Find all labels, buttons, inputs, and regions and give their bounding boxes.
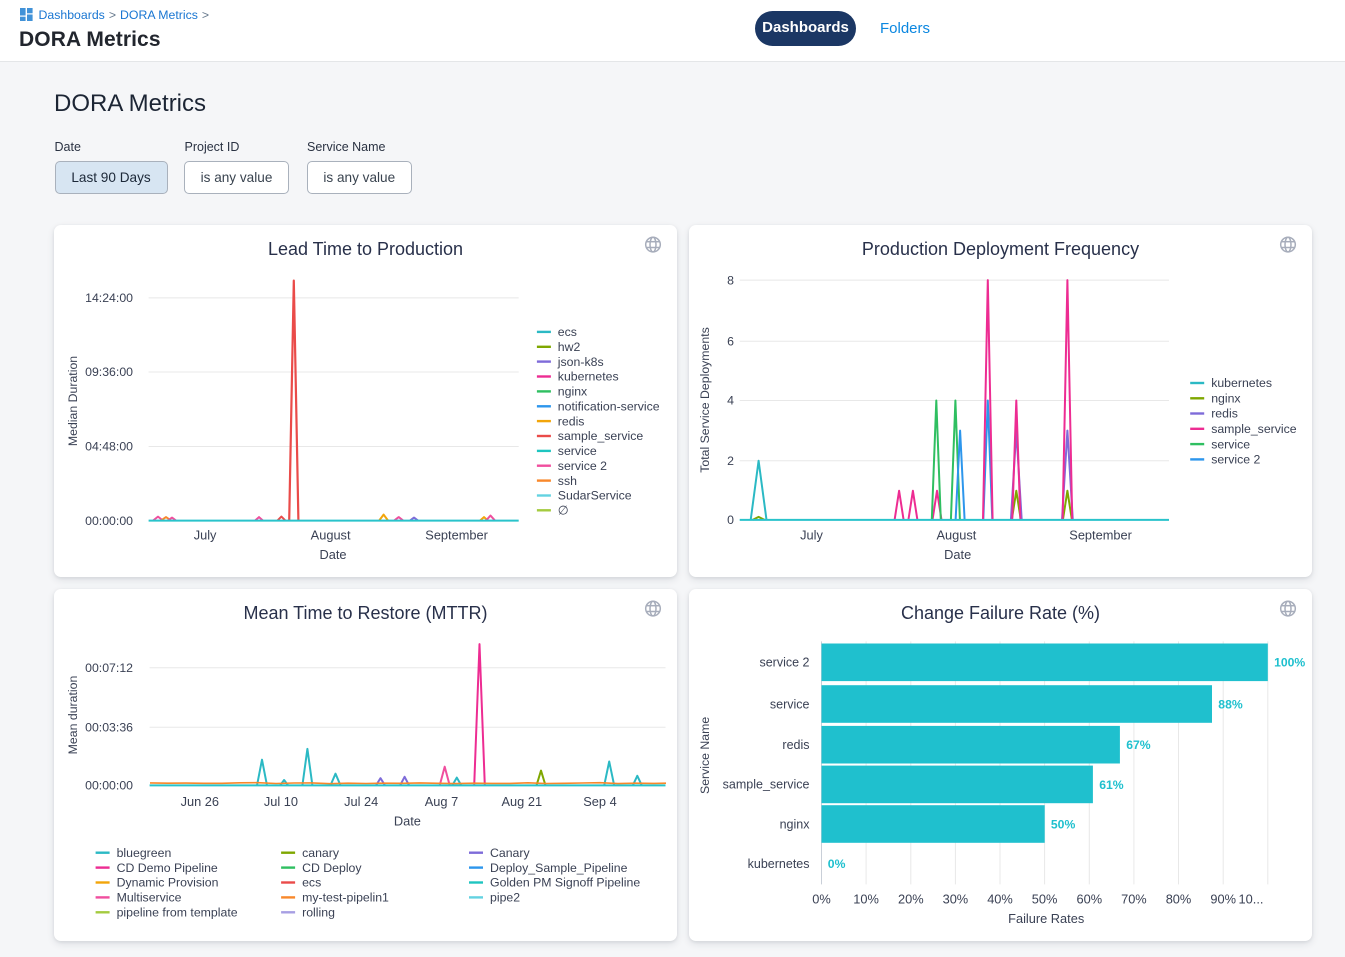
svg-text:rolling: rolling — [302, 906, 335, 920]
svg-text:August: August — [936, 528, 976, 543]
svg-text:00:00:00: 00:00:00 — [86, 779, 134, 793]
svg-text:04:48:00: 04:48:00 — [86, 440, 134, 454]
svg-text:50%: 50% — [1051, 817, 1076, 831]
svg-text:0: 0 — [727, 513, 734, 527]
svg-text:service 2: service 2 — [1211, 453, 1260, 467]
svg-text:00:00:00: 00:00:00 — [86, 514, 134, 528]
svg-text:CD Deploy: CD Deploy — [302, 861, 362, 875]
svg-text:service: service — [1211, 437, 1250, 451]
svg-text:8: 8 — [727, 273, 734, 287]
svg-text:09:36:00: 09:36:00 — [86, 365, 134, 379]
svg-text:Jul 10: Jul 10 — [264, 794, 298, 809]
svg-text:canary: canary — [302, 846, 340, 860]
svg-text:Failure Rates: Failure Rates — [1008, 911, 1084, 926]
svg-text:notification-service: notification-service — [558, 400, 660, 414]
svg-text:Lead Time to Production: Lead Time to Production — [268, 239, 463, 259]
svg-text:61%: 61% — [1099, 778, 1124, 792]
svg-text:Date: Date — [944, 547, 971, 562]
svg-text:0%: 0% — [812, 892, 831, 907]
svg-text:00:03:36: 00:03:36 — [86, 720, 134, 734]
svg-text:my-test-pipelin1: my-test-pipelin1 — [302, 891, 389, 905]
svg-text:10...: 10... — [1238, 892, 1263, 907]
svg-text:90%: 90% — [1210, 892, 1236, 907]
svg-text:Jun 26: Jun 26 — [181, 794, 219, 809]
svg-text:Change Failure Rate (%): Change Failure Rate (%) — [901, 603, 1100, 623]
svg-text:json-k8s: json-k8s — [557, 355, 604, 369]
svg-text:ssh: ssh — [558, 474, 577, 488]
svg-text:Production Deployment Frequenc: Production Deployment Frequency — [862, 239, 1139, 259]
svg-text:30%: 30% — [942, 892, 968, 907]
svg-text:nginx: nginx — [1211, 392, 1241, 406]
svg-text:10%: 10% — [853, 892, 879, 907]
svg-text:Mean duration: Mean duration — [66, 676, 80, 755]
svg-text:redis: redis — [782, 738, 809, 752]
svg-text:sample_service: sample_service — [722, 778, 809, 792]
svg-text:sample_service: sample_service — [558, 429, 644, 443]
svg-text:nginx: nginx — [779, 817, 810, 831]
svg-text:kubernetes: kubernetes — [747, 857, 809, 871]
svg-text:88%: 88% — [1218, 697, 1243, 711]
svg-text:July: July — [194, 528, 217, 543]
svg-text:Mean Time to Restore (MTTR): Mean Time to Restore (MTTR) — [244, 603, 488, 623]
svg-text:September: September — [426, 528, 489, 543]
svg-text:Date: Date — [394, 814, 421, 829]
svg-text:60%: 60% — [1076, 892, 1102, 907]
svg-text:September: September — [1069, 528, 1132, 543]
svg-text:July: July — [800, 528, 823, 543]
svg-text:kubernetes: kubernetes — [1211, 376, 1272, 390]
svg-text:service: service — [558, 444, 597, 458]
svg-text:kubernetes: kubernetes — [558, 370, 619, 384]
svg-text:SudarService: SudarService — [558, 489, 632, 503]
svg-text:6: 6 — [727, 335, 734, 349]
svg-text:4: 4 — [727, 394, 734, 408]
svg-text:∅: ∅ — [558, 504, 569, 518]
svg-text:Total Service Deployments: Total Service Deployments — [698, 327, 712, 473]
svg-text:nginx: nginx — [558, 385, 588, 399]
svg-text:pipe2: pipe2 — [490, 891, 520, 905]
svg-text:bluegreen: bluegreen — [117, 846, 172, 860]
svg-text:Multiservice: Multiservice — [117, 891, 182, 905]
svg-text:Golden PM Signoff Pipeline: Golden PM Signoff Pipeline — [490, 876, 640, 890]
svg-text:20%: 20% — [898, 892, 924, 907]
svg-text:Deploy_Sample_Pipeline: Deploy_Sample_Pipeline — [490, 861, 628, 875]
svg-text:sample_service: sample_service — [1211, 422, 1297, 436]
svg-text:0%: 0% — [828, 857, 846, 871]
svg-text:hw2: hw2 — [558, 340, 581, 354]
svg-text:service: service — [770, 697, 810, 711]
svg-text:70%: 70% — [1121, 892, 1147, 907]
svg-text:redis: redis — [1211, 407, 1238, 421]
svg-text:00:07:12: 00:07:12 — [86, 661, 134, 675]
svg-text:CD Demo Pipeline: CD Demo Pipeline — [117, 861, 218, 875]
svg-text:August: August — [311, 528, 351, 543]
svg-text:Sep 4: Sep 4 — [584, 794, 617, 809]
svg-text:service 2: service 2 — [558, 459, 607, 473]
svg-text:67%: 67% — [1126, 738, 1151, 752]
svg-text:Aug 21: Aug 21 — [502, 794, 543, 809]
svg-text:ecs: ecs — [302, 876, 321, 890]
svg-text:Median Duration: Median Duration — [66, 356, 80, 446]
svg-text:2: 2 — [727, 454, 734, 468]
svg-text:redis: redis — [558, 414, 585, 428]
svg-text:80%: 80% — [1165, 892, 1191, 907]
svg-text:Aug 7: Aug 7 — [425, 794, 458, 809]
svg-text:100%: 100% — [1274, 656, 1305, 670]
svg-text:service 2: service 2 — [759, 656, 809, 670]
svg-text:Jul 24: Jul 24 — [345, 794, 379, 809]
svg-text:50%: 50% — [1032, 892, 1058, 907]
svg-text:pipeline from template: pipeline from template — [117, 906, 238, 920]
svg-text:40%: 40% — [987, 892, 1013, 907]
svg-text:Dynamic Provision: Dynamic Provision — [117, 876, 219, 890]
svg-text:ecs: ecs — [558, 325, 577, 339]
svg-text:14:24:00: 14:24:00 — [86, 291, 134, 305]
svg-text:Date: Date — [320, 547, 347, 562]
svg-text:Service Name: Service Name — [698, 717, 712, 794]
svg-text:Canary: Canary — [490, 846, 530, 860]
